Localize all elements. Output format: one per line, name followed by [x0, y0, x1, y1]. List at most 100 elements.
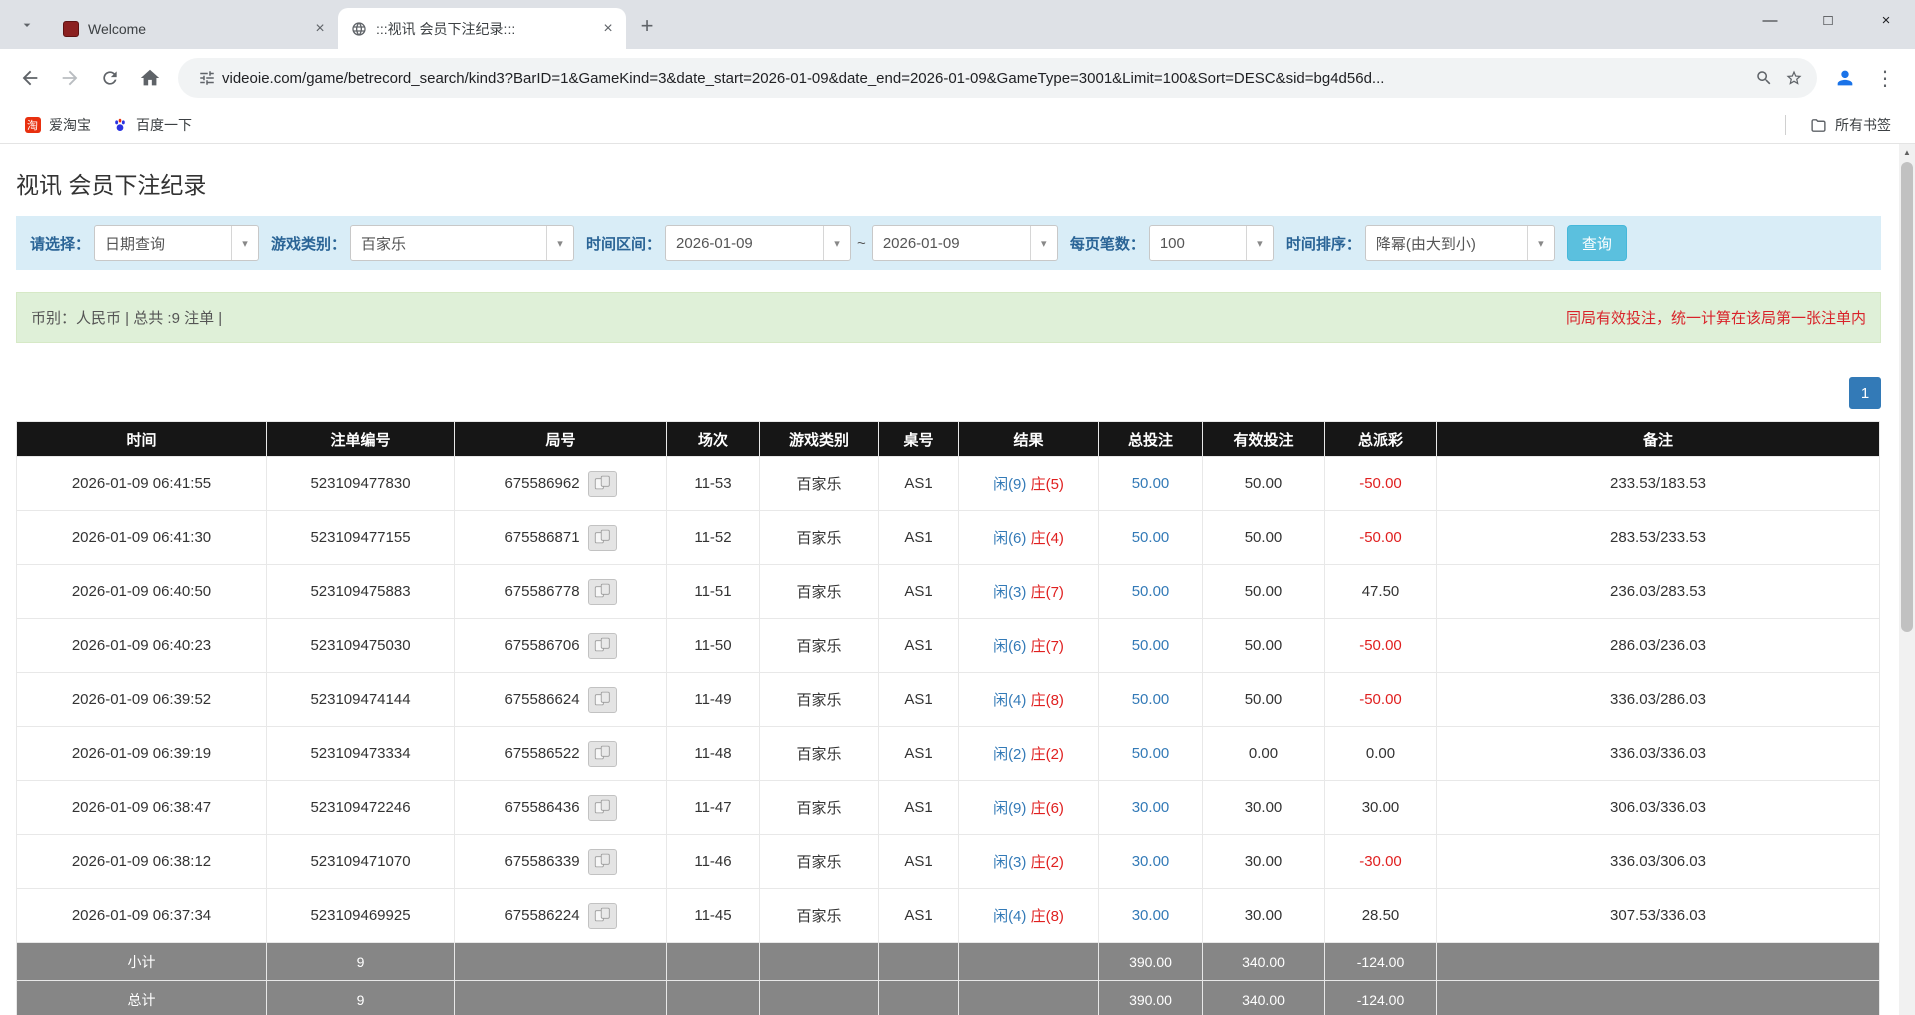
result-player: 闲(6): [993, 530, 1026, 547]
scrollbar-thumb[interactable]: [1901, 162, 1913, 632]
all-bookmarks-button[interactable]: 所有书签: [1800, 111, 1901, 139]
result-banker: 庄(7): [1031, 638, 1064, 655]
query-mode-select[interactable]: 日期查询 ▾: [94, 225, 259, 261]
page-size-select[interactable]: 100 ▾: [1149, 225, 1274, 261]
cell-session: 11-48: [667, 727, 760, 781]
cell-payout: 47.50: [1325, 565, 1437, 619]
summary-bar: 币别：人民币 | 总共 :9 注单 | 同局有效投注，统一计算在该局第一张注单内: [16, 292, 1881, 343]
tab-welcome[interactable]: Welcome ×: [50, 8, 338, 49]
bookmark-label: 爱淘宝: [49, 115, 91, 135]
cell-total-bet[interactable]: 50.00: [1099, 619, 1203, 673]
globe-icon: [350, 20, 367, 37]
cell-valid-bet: 50.00: [1203, 511, 1325, 565]
game-kind-label: 游戏类别：: [271, 233, 346, 254]
cell-valid-bet: 50.00: [1203, 565, 1325, 619]
tab-search-icon[interactable]: [10, 8, 44, 42]
cell-table-no: AS1: [879, 889, 959, 943]
cell-result: 闲(3) 庄(7): [959, 565, 1099, 619]
taobao-favicon: 淘: [24, 117, 41, 134]
home-icon[interactable]: [130, 58, 170, 98]
tab-title: Welcome: [88, 21, 310, 37]
grand-total-row: 总计9390.00340.00-124.00: [17, 981, 1880, 1015]
cell-total-bet[interactable]: 30.00: [1099, 781, 1203, 835]
cards-icon: [594, 799, 611, 817]
page-1-button[interactable]: 1: [1849, 377, 1881, 409]
scrollbar-up-icon[interactable]: ▲: [1899, 144, 1915, 160]
tab-betrecord[interactable]: :::视讯 会员下注纪录::: ×: [338, 8, 626, 49]
bookmark-baidu[interactable]: 百度一下: [101, 111, 202, 139]
bookmark-label: 百度一下: [136, 115, 192, 135]
cell-payout: -50.00: [1325, 511, 1437, 565]
cell-game-kind: 百家乐: [760, 889, 879, 943]
column-header: 游戏类别: [760, 422, 879, 457]
forward-icon[interactable]: [50, 58, 90, 98]
zoom-icon[interactable]: [1749, 63, 1779, 93]
date-start-select[interactable]: 2026-01-09 ▾: [665, 225, 851, 261]
cell-total-bet[interactable]: 30.00: [1099, 835, 1203, 889]
url-text: videoie.com/game/betrecord_search/kind3?…: [222, 70, 1749, 87]
new-tab-button[interactable]: +: [632, 11, 662, 41]
round-no-text: 675586339: [504, 853, 579, 870]
tab-close-icon[interactable]: ×: [310, 19, 330, 39]
cell-valid-bet: 50.00: [1203, 673, 1325, 727]
cell-table-no: AS1: [879, 619, 959, 673]
cell-total-bet[interactable]: 50.00: [1099, 457, 1203, 511]
cell-table-no: AS1: [879, 835, 959, 889]
cell-round-no: 675586871: [455, 511, 667, 565]
bookmark-star-icon[interactable]: [1779, 63, 1809, 93]
round-detail-button[interactable]: [588, 903, 617, 929]
sort-select[interactable]: 降幂(由大到小) ▾: [1365, 225, 1555, 261]
cell-payout: -50.00: [1325, 673, 1437, 727]
round-detail-button[interactable]: [588, 525, 617, 551]
cell-result: 闲(4) 庄(8): [959, 673, 1099, 727]
round-detail-button[interactable]: [588, 471, 617, 497]
table-header-row: 时间注单编号局号场次游戏类别桌号结果总投注有效投注总派彩备注: [17, 422, 1880, 457]
close-window-button[interactable]: ×: [1857, 0, 1915, 40]
cell-bet-no: 523109473334: [267, 727, 455, 781]
maximize-button[interactable]: □: [1799, 0, 1857, 40]
address-bar[interactable]: videoie.com/game/betrecord_search/kind3?…: [178, 58, 1817, 98]
cell-valid-bet: 0.00: [1203, 727, 1325, 781]
foot-payout: -124.00: [1325, 981, 1437, 1015]
cell-time: 2026-01-09 06:38:12: [17, 835, 267, 889]
round-detail-button[interactable]: [588, 741, 617, 767]
bookmark-taobao[interactable]: 淘 爱淘宝: [14, 111, 101, 139]
cell-payout: -50.00: [1325, 619, 1437, 673]
cell-total-bet[interactable]: 50.00: [1099, 565, 1203, 619]
page-scrollbar[interactable]: ▲: [1899, 144, 1915, 1015]
cell-bet-no: 523109474144: [267, 673, 455, 727]
profile-avatar-icon[interactable]: [1825, 58, 1865, 98]
cell-table-no: AS1: [879, 511, 959, 565]
cell-total-bet[interactable]: 50.00: [1099, 727, 1203, 781]
cell-total-bet[interactable]: 50.00: [1099, 673, 1203, 727]
result-player: 闲(6): [993, 638, 1026, 655]
back-icon[interactable]: [10, 58, 50, 98]
cell-note: 283.53/233.53: [1437, 511, 1880, 565]
cell-bet-no: 523109477830: [267, 457, 455, 511]
minimize-button[interactable]: —: [1741, 0, 1799, 40]
caret-down-icon: ▾: [823, 226, 850, 260]
column-header: 注单编号: [267, 422, 455, 457]
tab-close-icon[interactable]: ×: [598, 19, 618, 39]
cell-total-bet[interactable]: 50.00: [1099, 511, 1203, 565]
result-player: 闲(2): [993, 746, 1026, 763]
search-button[interactable]: 查询: [1567, 225, 1627, 261]
round-detail-button[interactable]: [588, 579, 617, 605]
round-detail-button[interactable]: [588, 633, 617, 659]
foot-label: 小计: [17, 943, 267, 981]
cards-icon: [594, 475, 611, 493]
column-header: 桌号: [879, 422, 959, 457]
cell-total-bet[interactable]: 30.00: [1099, 889, 1203, 943]
round-detail-button[interactable]: [588, 687, 617, 713]
round-detail-button[interactable]: [588, 849, 617, 875]
menu-kebab-icon[interactable]: ⋮: [1865, 58, 1905, 98]
cell-valid-bet: 30.00: [1203, 889, 1325, 943]
foot-total-bet: 390.00: [1099, 943, 1203, 981]
column-header: 总派彩: [1325, 422, 1437, 457]
game-kind-select[interactable]: 百家乐 ▾: [350, 225, 574, 261]
cell-valid-bet: 30.00: [1203, 835, 1325, 889]
refresh-icon[interactable]: [90, 58, 130, 98]
round-detail-button[interactable]: [588, 795, 617, 821]
site-settings-icon[interactable]: [192, 63, 222, 93]
date-end-select[interactable]: 2026-01-09 ▾: [872, 225, 1058, 261]
